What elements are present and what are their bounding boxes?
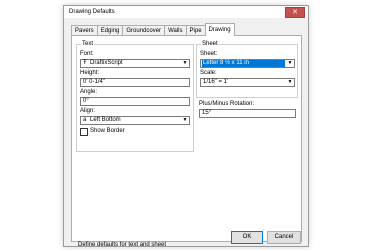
show-border-label: Show Border [90,128,125,134]
title-bar: Drawing Defaults ✕ [64,6,308,18]
show-border-checkbox[interactable] [80,128,88,136]
ok-button[interactable]: OK [231,231,263,244]
font-label: Font: [80,51,94,57]
angle-label: Angle: [80,89,98,95]
align-icon: a [83,117,87,123]
align-dropdown[interactable]: a Left Bottom ▼ [80,116,190,125]
drawing-tab-panel: Text Font: Ŧ DraftixScript ▼ Height: 0' … [71,35,302,248]
text-group: Text Font: Ŧ DraftixScript ▼ Height: 0' … [76,41,194,152]
rotation-label: Plus/Minus Rotation: [199,101,255,107]
sheet-dropdown[interactable]: Letter 8 ½ x 11 in ▼ [200,59,295,68]
align-value: Left Bottom [90,117,121,123]
tab-drawing[interactable]: Drawing [204,23,235,36]
chevron-down-icon[interactable]: ▼ [286,79,294,86]
chevron-down-icon[interactable]: ▼ [181,60,189,67]
scale-label: Scale: [200,70,217,76]
text-group-legend: Text [81,41,95,47]
drawing-defaults-dialog: Drawing Defaults ✕ Pavers Edging Groundc… [63,5,309,248]
truetype-font-icon: Ŧ [83,60,87,66]
cancel-button[interactable]: Cancel [267,231,301,244]
window-title: Drawing Defaults [69,9,115,15]
chevron-down-icon[interactable]: ▼ [181,117,189,124]
close-icon: ✕ [292,9,298,16]
scale-value: 1/16" = 1' [203,79,229,85]
scale-dropdown[interactable]: 1/16" = 1' ▼ [200,78,295,87]
sheet-value: Letter 8 ½ x 11 in [202,60,285,67]
font-value: DraftixScript [90,60,123,66]
sheet-group-legend: Sheet [201,41,219,47]
height-label: Height: [80,70,100,76]
font-dropdown[interactable]: Ŧ DraftixScript ▼ [80,59,190,68]
height-input[interactable]: 0' 0-1/4" [80,78,190,87]
sheet-label: Sheet: [200,51,218,57]
status-description: Define defaults for text and sheet [78,242,167,248]
angle-input[interactable]: 0° [80,97,190,106]
tab-strip: Pavers Edging Groundcover Walls Pipe Dra… [71,23,235,36]
sheet-group: Sheet Sheet: Letter 8 ½ x 11 in ▼ Scale:… [196,41,298,98]
align-label: Align: [80,108,96,114]
chevron-down-icon[interactable]: ▼ [286,60,294,67]
close-button[interactable]: ✕ [285,7,305,18]
rotation-input[interactable]: 15° [199,109,296,118]
